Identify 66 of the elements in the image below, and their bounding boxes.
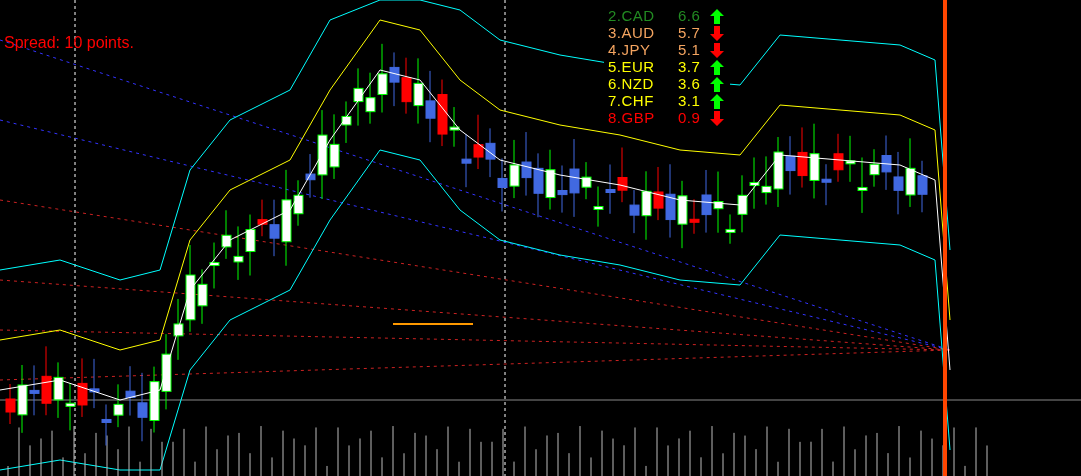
candlestick <box>773 136 784 208</box>
strength-value: 6.6 <box>678 8 702 24</box>
candlestick <box>521 131 532 197</box>
candlestick <box>893 151 904 215</box>
candlestick <box>77 357 88 418</box>
candlestick <box>797 126 808 189</box>
candlestick <box>593 186 604 228</box>
currency-label: 2.CAD <box>608 8 656 24</box>
candlestick <box>353 67 364 127</box>
currency-label: 3.AUD <box>608 25 656 41</box>
candlestick <box>125 365 136 416</box>
candlestick <box>401 57 412 115</box>
candlestick <box>173 298 184 361</box>
candlestick <box>233 225 244 281</box>
candlestick <box>473 114 484 170</box>
candlestick <box>545 149 556 211</box>
candlestick <box>389 51 400 107</box>
strength-value: 0.9 <box>678 110 702 126</box>
spread-label: Spread: 10 points. <box>4 34 134 52</box>
candlestick <box>605 164 616 215</box>
candlestick <box>833 133 844 183</box>
candlestick <box>89 358 100 409</box>
candlestick <box>533 152 544 218</box>
up-arrow-icon <box>710 8 724 24</box>
candlestick <box>761 155 772 206</box>
candlestick <box>785 135 796 196</box>
candlestick <box>365 72 376 125</box>
strength-value: 3.6 <box>678 76 702 92</box>
currency-label: 4.JPY <box>608 42 652 58</box>
candlestick <box>905 137 916 208</box>
candlestick <box>413 57 424 125</box>
candlestick <box>149 366 160 433</box>
candlestick <box>53 361 64 419</box>
candlestick <box>617 147 628 203</box>
strength-value: 5.1 <box>678 42 702 58</box>
up-arrow-icon <box>710 93 724 109</box>
candlestick <box>65 382 76 431</box>
strength-value: 3.7 <box>678 59 702 75</box>
candlestick <box>497 157 508 212</box>
candlestick <box>377 43 388 113</box>
candlestick <box>485 127 496 178</box>
candlestick <box>917 160 928 213</box>
candlestick <box>881 135 892 191</box>
currency-label: 6.NZD <box>608 76 655 92</box>
candlestick <box>509 139 520 199</box>
down-arrow-icon <box>710 25 724 41</box>
strength-value: 5.7 <box>678 25 702 41</box>
candlestick <box>221 209 232 260</box>
down-arrow-icon <box>710 42 724 58</box>
currency-label: 7.CHF <box>608 93 655 109</box>
candlestick <box>749 156 760 210</box>
down-arrow-icon <box>710 110 724 126</box>
candlestick <box>845 135 856 183</box>
candlestick <box>101 403 112 446</box>
candlestick <box>41 345 52 416</box>
candlestick <box>461 133 472 188</box>
candlestick <box>137 372 148 442</box>
candlestick <box>29 364 40 416</box>
currency-label: 8.GBP <box>608 110 656 126</box>
candlestick <box>113 383 124 428</box>
up-arrow-icon <box>710 76 724 92</box>
up-arrow-icon <box>710 59 724 75</box>
currency-label: 5.EUR <box>608 59 656 75</box>
candlestick <box>653 166 664 221</box>
candlestick <box>209 242 220 289</box>
strength-value: 3.1 <box>678 93 702 109</box>
